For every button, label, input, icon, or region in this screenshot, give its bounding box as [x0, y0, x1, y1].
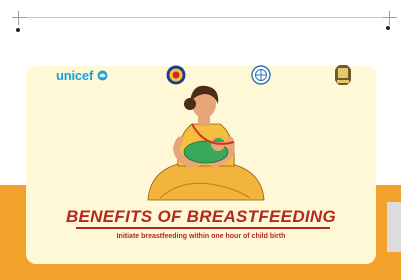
unicef-logo: unicef — [56, 68, 108, 83]
neighbor-photo-edge — [387, 202, 401, 252]
registration-mark-top-right — [383, 11, 397, 25]
mother-breastfeeding-illustration — [147, 85, 265, 201]
unicef-globe-icon — [97, 70, 108, 81]
poster-title-underline — [76, 227, 330, 229]
poster-title: BENEFITS OF BREASTFEEDING — [65, 207, 337, 226]
unicef-wordmark: unicef — [56, 68, 94, 83]
top-trim-line — [16, 17, 385, 18]
government-seal-icon — [335, 65, 351, 85]
crop-dot — [386, 26, 390, 30]
registration-mark-top-left — [12, 11, 26, 25]
crop-dot — [16, 28, 20, 32]
poster-subtitle: Initiate breastfeeding within one hour o… — [116, 233, 286, 240]
